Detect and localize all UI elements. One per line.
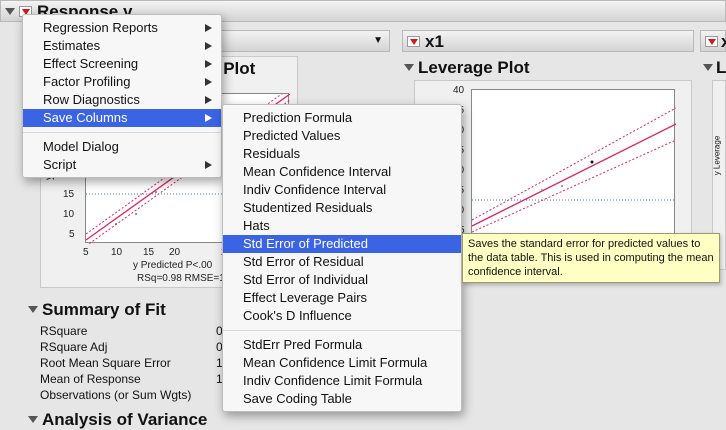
menu-item-mean-confidence-limit-formula[interactable]: Mean Confidence Limit Formula bbox=[223, 354, 461, 372]
menu-item-label: Effect Leverage Pairs bbox=[243, 290, 368, 305]
analysis-of-variance-title: Analysis of Variance bbox=[42, 410, 208, 429]
menu-item-label: Mean Confidence Limit Formula bbox=[243, 355, 428, 370]
menu-item-label: Factor Profiling bbox=[43, 74, 131, 89]
pred-y-tick-10: 10 bbox=[63, 209, 75, 220]
leverage-plot-svg bbox=[472, 107, 676, 233]
fit-row-label: Observations (or Sum Wgts) bbox=[40, 388, 192, 402]
pred-x-tick-5: 5 bbox=[83, 247, 89, 258]
anova-disclosure-icon[interactable] bbox=[28, 416, 38, 423]
menu-item-model-dialog[interactable]: Model Dialog bbox=[23, 138, 221, 156]
right-section-title: x bbox=[721, 32, 726, 51]
summary-of-fit-title: Summary of Fit bbox=[42, 300, 166, 319]
menu-item-std-error-of-predicted[interactable]: Std Error of Predicted bbox=[223, 235, 461, 253]
menu-item-effect-screening[interactable]: Effect Screening bbox=[23, 55, 221, 73]
fit-row-label: Root Mean Square Error bbox=[40, 356, 171, 370]
menu-item-cooks-d-influence[interactable]: Cook's D Influence bbox=[223, 307, 461, 325]
menu-item-stderr-pred-formula[interactable]: StdErr Pred Formula bbox=[223, 336, 461, 354]
menu-item-row-diagnostics[interactable]: Row Diagnostics bbox=[23, 91, 221, 109]
pred-x-tick-10: 10 bbox=[111, 247, 123, 258]
submenu-arrow-icon bbox=[205, 24, 212, 32]
x1-red-triangle-icon[interactable] bbox=[407, 36, 420, 47]
fit-row-label: RSquare Adj bbox=[40, 340, 108, 354]
submenu-arrow-icon bbox=[205, 60, 212, 68]
menu-item-label: Std Error of Individual bbox=[243, 272, 369, 287]
menu-item-label: Hats bbox=[243, 218, 270, 233]
menu-item-regression-reports[interactable]: Regression Reports bbox=[23, 19, 221, 37]
pred-x-tick-15: 15 bbox=[143, 247, 155, 258]
menu-item-label: Regression Reports bbox=[43, 20, 158, 35]
x1-outline-bar: x1 bbox=[402, 30, 694, 52]
menu-item-label: Studentized Residuals bbox=[243, 200, 373, 215]
save-columns-submenu: Prediction Formula Predicted Values Resi… bbox=[222, 104, 462, 412]
right-outline-bar: x bbox=[700, 30, 726, 52]
x1-section-title: x1 bbox=[425, 32, 444, 51]
menu-item-std-error-of-residual[interactable]: Std Error of Residual bbox=[223, 253, 461, 271]
menu-item-label: Std Error of Predicted bbox=[243, 236, 368, 251]
menu-item-label: Predicted Values bbox=[243, 128, 341, 143]
menu-item-mean-confidence-interval[interactable]: Mean Confidence Interval bbox=[223, 163, 461, 181]
leverage-disclosure-icon[interactable] bbox=[404, 64, 414, 71]
menu-item-factor-profiling[interactable]: Factor Profiling bbox=[23, 73, 221, 91]
menu-item-indiv-confidence-interval[interactable]: Indiv Confidence Interval bbox=[223, 181, 461, 199]
submenu-arrow-icon bbox=[205, 78, 212, 86]
fit-row-label: Mean of Response bbox=[40, 372, 141, 386]
submenu-arrow-icon bbox=[205, 114, 212, 122]
menu-item-std-error-of-individual[interactable]: Std Error of Individual bbox=[223, 271, 461, 289]
menu-item-label: Residuals bbox=[243, 146, 301, 161]
submenu-arrow-icon bbox=[205, 96, 212, 104]
menu-item-save-columns[interactable]: Save Columns bbox=[23, 109, 221, 127]
pred-y-tick-15: 15 bbox=[63, 189, 75, 200]
menu-separator bbox=[223, 330, 461, 331]
menu-item-label: Model Dialog bbox=[43, 139, 119, 154]
menu-item-label: Prediction Formula bbox=[243, 110, 353, 125]
disclosure-triangle-icon[interactable] bbox=[5, 8, 15, 15]
menu-item-label: Row Diagnostics bbox=[43, 92, 140, 107]
pred-x-tick-20: 20 bbox=[169, 247, 181, 258]
fit-row-label: RSquare bbox=[40, 324, 88, 338]
menu-item-label: Indiv Confidence Limit Formula bbox=[243, 373, 423, 388]
menu-item-prediction-formula[interactable]: Prediction Formula bbox=[223, 109, 461, 127]
menu-item-label: Std Error of Residual bbox=[243, 254, 364, 269]
menu-item-indiv-confidence-limit-formula[interactable]: Indiv Confidence Limit Formula bbox=[223, 372, 461, 390]
menu-item-label: Cook's D Influence bbox=[243, 308, 352, 323]
menu-item-save-coding-table[interactable]: Save Coding Table bbox=[223, 390, 461, 408]
leverage-y-tick-40: 40 bbox=[453, 85, 465, 96]
menu-item-predicted-values[interactable]: Predicted Values bbox=[223, 127, 461, 145]
menu-item-label: Indiv Confidence Interval bbox=[243, 182, 387, 197]
summary-disclosure-icon[interactable] bbox=[28, 306, 38, 313]
menu-item-label: Effect Screening bbox=[43, 56, 139, 71]
collapse-chevron-icon[interactable]: ▼ bbox=[373, 35, 383, 46]
menu-item-label: Save Columns bbox=[43, 110, 128, 125]
right-axis-label: y Leverage bbox=[712, 135, 722, 176]
pred-y-tick-5: 5 bbox=[69, 229, 75, 240]
menu-separator bbox=[23, 132, 221, 133]
red-triangle-menu: Regression Reports Estimates Effect Scre… bbox=[22, 14, 222, 178]
menu-item-estimates[interactable]: Estimates bbox=[23, 37, 221, 55]
menu-item-residuals[interactable]: Residuals bbox=[223, 145, 461, 163]
menu-item-label: Mean Confidence Interval bbox=[243, 164, 392, 179]
pred-fit-stats: RSq=0.98 RMSE=1.2 bbox=[137, 273, 234, 284]
menu-item-studentized-residuals[interactable]: Studentized Residuals bbox=[223, 199, 461, 217]
menu-item-script[interactable]: Script bbox=[23, 156, 221, 174]
leverage-plot-area bbox=[471, 89, 676, 237]
submenu-arrow-icon bbox=[205, 42, 212, 50]
right-red-triangle-icon[interactable] bbox=[705, 36, 718, 47]
menu-item-label: Save Coding Table bbox=[243, 391, 352, 406]
right-plot-disclosure-icon[interactable] bbox=[703, 64, 713, 71]
menu-item-label: Estimates bbox=[43, 38, 101, 53]
submenu-arrow-icon bbox=[205, 161, 212, 169]
leverage-plot-title: Leverage Plot bbox=[418, 58, 530, 77]
menu-item-tooltip: Saves the standard error for predicted v… bbox=[462, 233, 720, 283]
menu-item-label: StdErr Pred Formula bbox=[243, 337, 363, 352]
menu-item-label: Script bbox=[43, 157, 77, 172]
menu-item-hats[interactable]: Hats bbox=[223, 217, 461, 235]
right-plot-title: L bbox=[716, 58, 726, 77]
menu-item-effect-leverage-pairs[interactable]: Effect Leverage Pairs bbox=[223, 289, 461, 307]
pred-x-axis-label: y Predicted P<.00 bbox=[133, 260, 213, 271]
